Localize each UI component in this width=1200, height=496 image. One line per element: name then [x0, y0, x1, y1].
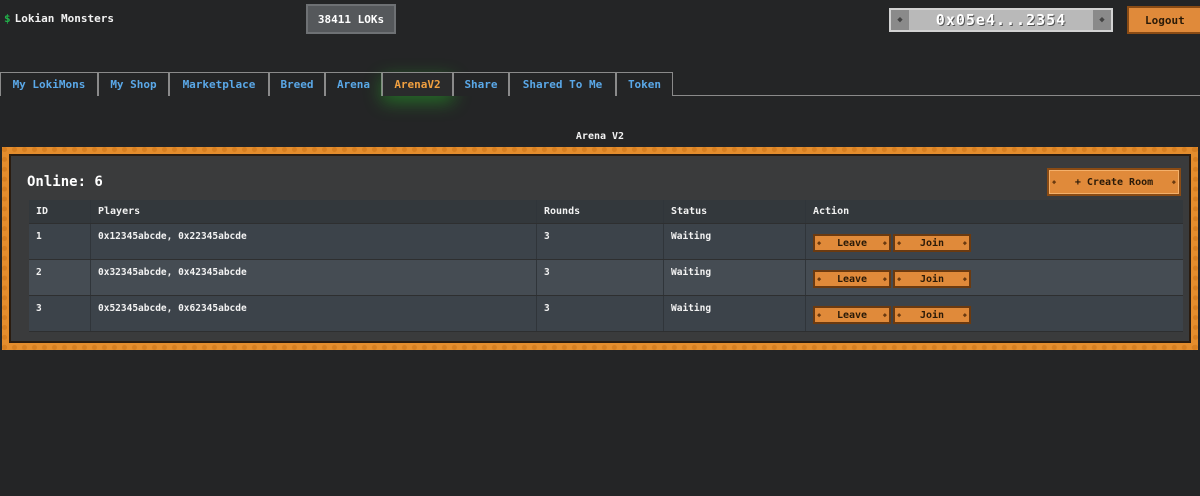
column-header-status: Status — [664, 200, 806, 223]
rivet-icon: ◆ — [1171, 178, 1176, 186]
create-room-label: + Create Room — [1074, 176, 1154, 188]
app-title: Lokian Monsters — [14, 12, 114, 25]
room-rounds: 3 — [537, 296, 664, 331]
room-actions: ◆ Leave ◆ ◆ Join ◆ — [806, 296, 1183, 331]
online-count: Online: 6 — [27, 174, 103, 190]
tab-share[interactable]: Share — [453, 72, 509, 96]
wallet-address-box[interactable]: ◆ 0x05e4...2354 ◆ — [889, 8, 1113, 32]
column-header-players: Players — [91, 200, 537, 223]
tab-label: My Shop — [110, 78, 157, 91]
right-rivet-icon: ◆ — [1093, 10, 1111, 30]
tab-label: Token — [627, 78, 662, 91]
rivet-icon: ◆ — [897, 275, 902, 283]
create-room-button[interactable]: ◆ + Create Room ◆ — [1047, 168, 1181, 196]
room-status: Waiting — [664, 296, 806, 331]
join-button[interactable]: ◆ Join ◆ — [893, 306, 971, 324]
tab-marketplace[interactable]: Marketplace — [169, 72, 269, 96]
left-rivet-icon: ◆ — [891, 10, 909, 30]
rivet-icon: ◆ — [817, 311, 822, 319]
room-id: 2 — [29, 260, 91, 295]
nav-tabs: My LokiMons My Shop Marketplace Breed Ar… — [0, 72, 1200, 96]
tab-label: Arena — [336, 78, 371, 91]
leave-button[interactable]: ◆ Leave ◆ — [813, 306, 891, 324]
room-status: Waiting — [664, 224, 806, 259]
table-header-row: ID Players Rounds Status Action — [29, 200, 1183, 224]
tab-token[interactable]: Token — [616, 72, 673, 96]
table-row: 1 0x12345abcde, 0x22345abcde 3 Waiting ◆… — [29, 224, 1183, 260]
leave-label: Leave — [836, 309, 868, 321]
room-status: Waiting — [664, 260, 806, 295]
room-actions: ◆ Leave ◆ ◆ Join ◆ — [806, 224, 1183, 259]
leave-label: Leave — [836, 273, 868, 285]
rivet-icon: ◆ — [1052, 178, 1057, 186]
leave-label: Leave — [836, 237, 868, 249]
rivet-icon: ◆ — [882, 311, 887, 319]
brand[interactable]: $ Lokian Monsters — [4, 12, 114, 25]
table-row: 2 0x32345abcde, 0x42345abcde 3 Waiting ◆… — [29, 260, 1183, 296]
join-label: Join — [919, 237, 945, 249]
arena-panel-inner: Online: 6 ◆ + Create Room ◆ ID Players R… — [9, 154, 1191, 343]
tab-shared-to-me[interactable]: Shared To Me — [509, 72, 616, 96]
tab-arenav2[interactable]: ArenaV2 — [382, 72, 453, 96]
arena-panel: Online: 6 ◆ + Create Room ◆ ID Players R… — [2, 147, 1198, 350]
rivet-icon: ◆ — [897, 239, 902, 247]
tab-arena[interactable]: Arena — [325, 72, 382, 96]
rooms-table: ID Players Rounds Status Action 1 0x1234… — [29, 200, 1183, 332]
logout-button[interactable]: Logout — [1127, 6, 1200, 34]
tab-label: My LokiMons — [12, 78, 86, 91]
column-header-action: Action — [813, 206, 850, 217]
app-root: $ Lokian Monsters 38411 LOKs ◆ 0x05e4...2… — [0, 0, 1200, 496]
join-label: Join — [919, 273, 945, 285]
wallet-address: 0x05e4...2354 — [909, 10, 1093, 30]
tab-label: Share — [464, 78, 498, 91]
rivet-icon: ◆ — [817, 239, 822, 247]
join-button[interactable]: ◆ Join ◆ — [893, 234, 971, 252]
join-button[interactable]: ◆ Join ◆ — [893, 270, 971, 288]
tab-my-lokimons[interactable]: My LokiMons — [0, 72, 98, 96]
column-header-id: ID — [29, 200, 91, 223]
tab-my-shop[interactable]: My Shop — [98, 72, 169, 96]
rivet-icon: ◆ — [882, 239, 887, 247]
leave-button[interactable]: ◆ Leave ◆ — [813, 270, 891, 288]
page-title: Arena V2 — [575, 131, 625, 142]
room-rounds: 3 — [537, 224, 664, 259]
rivet-icon: ◆ — [882, 275, 887, 283]
logout-label: Logout — [1145, 13, 1185, 27]
rivet-icon: ◆ — [817, 275, 822, 283]
rivet-icon: ◆ — [962, 311, 967, 319]
tab-label: Shared To Me — [522, 78, 603, 91]
rivet-icon: ◆ — [962, 275, 967, 283]
room-id: 3 — [29, 296, 91, 331]
leave-button[interactable]: ◆ Leave ◆ — [813, 234, 891, 252]
join-label: Join — [919, 309, 945, 321]
tab-label: Marketplace — [182, 78, 256, 91]
tab-breed[interactable]: Breed — [269, 72, 325, 96]
dollar-logo-icon: $ — [4, 12, 11, 25]
room-players: 0x12345abcde, 0x22345abcde — [91, 224, 537, 259]
tab-label: Breed — [280, 78, 314, 91]
room-actions: ◆ Leave ◆ ◆ Join ◆ — [806, 260, 1183, 295]
column-header-rounds: Rounds — [537, 200, 664, 223]
room-rounds: 3 — [537, 260, 664, 295]
rivet-icon: ◆ — [897, 311, 902, 319]
table-row: 3 0x52345abcde, 0x62345abcde 3 Waiting ◆… — [29, 296, 1183, 332]
room-players: 0x52345abcde, 0x62345abcde — [91, 296, 537, 331]
tab-label: ArenaV2 — [394, 78, 441, 91]
token-balance: 38411 LOKs — [306, 4, 396, 34]
rivet-icon: ◆ — [962, 239, 967, 247]
room-id: 1 — [29, 224, 91, 259]
room-players: 0x32345abcde, 0x42345abcde — [91, 260, 537, 295]
